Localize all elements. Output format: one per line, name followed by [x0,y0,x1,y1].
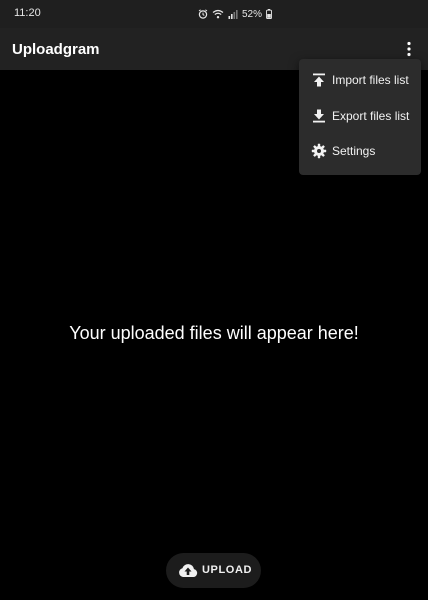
alarm-icon [198,9,208,19]
app-screen: 11:20 52% Uploadgram Your uploaded files… [0,0,428,600]
cloud-upload-icon [178,562,198,578]
empty-state-message: Your uploaded files will appear here! [69,323,359,343]
menu-item-export-files-list[interactable]: Export files list [299,99,421,133]
menu-item-label: Settings [332,144,376,158]
status-icons: 52% [198,6,272,22]
status-bar: 11:20 52% [0,0,428,28]
menu-item-label: Export files list [332,109,410,123]
wifi-icon [212,9,224,19]
app-title: Uploadgram [12,41,100,58]
gear-icon [311,143,327,159]
menu-item-settings[interactable]: Settings [299,134,421,168]
overflow-menu: Import files list Export files list Sett… [299,59,421,175]
battery-percent: 52% [242,8,263,20]
upload-button-label: UPLOAD [202,564,253,576]
battery-icon [266,9,272,19]
more-vert-icon[interactable] [398,38,420,60]
menu-item-import-files-list[interactable]: Import files list [299,63,421,97]
upload-button[interactable]: UPLOAD [166,553,261,588]
upload-icon [311,72,327,88]
menu-item-label: Import files list [332,73,409,87]
signal-icon [228,9,238,19]
download-icon [311,108,327,124]
status-time: 11:20 [14,7,41,19]
